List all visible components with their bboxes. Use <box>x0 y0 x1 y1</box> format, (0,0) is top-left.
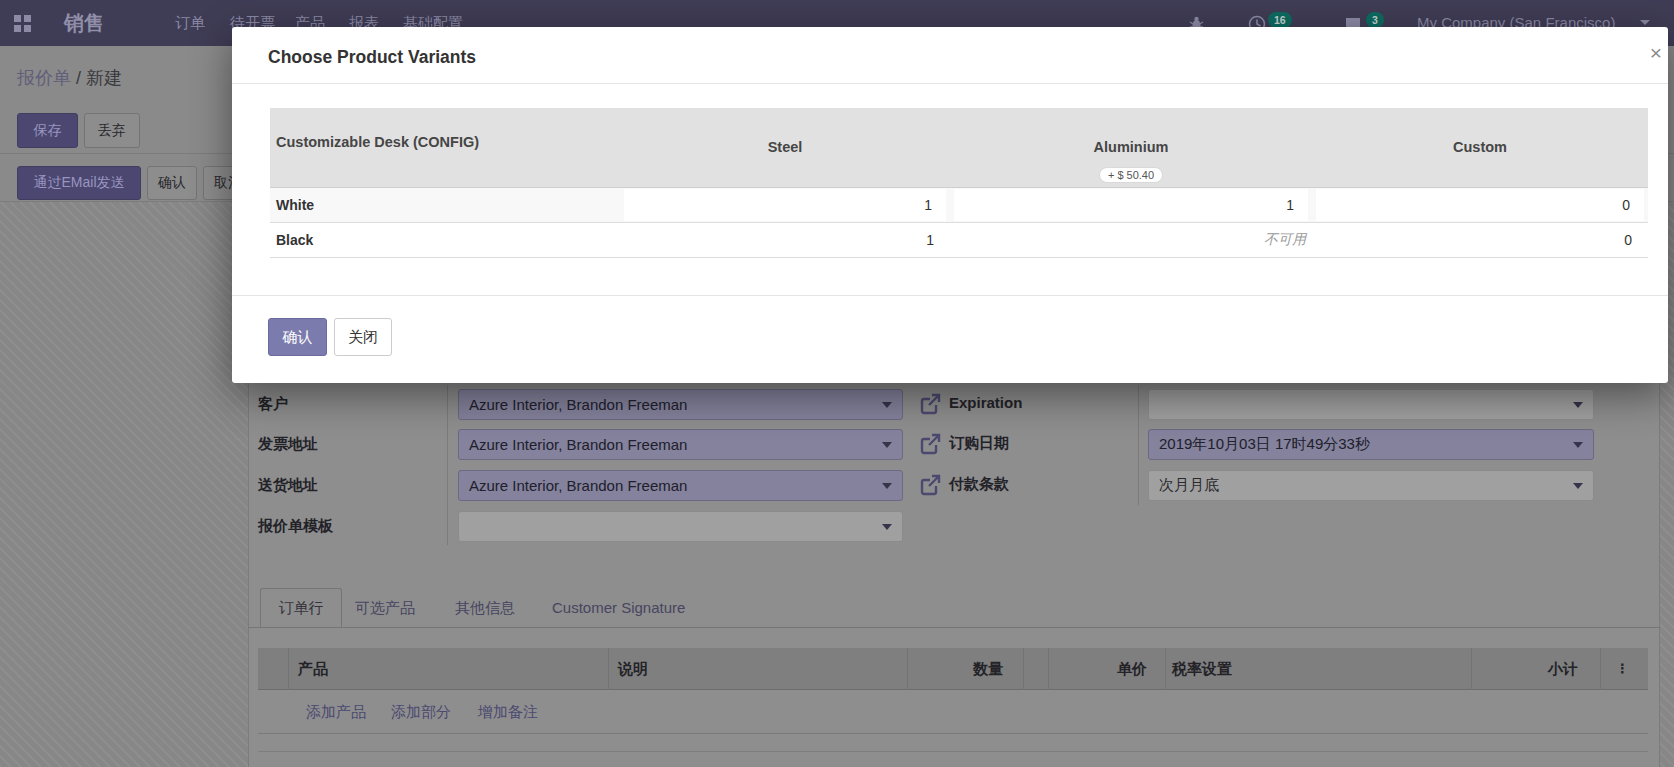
dropdown-caret-icon <box>1573 442 1583 448</box>
order-lines-add-row <box>258 690 1648 734</box>
variant-product-name: Customizable Desk (CONFIG) <box>270 108 620 188</box>
expiration-label: Expiration <box>949 394 1022 411</box>
modal-close-button[interactable]: 关闭 <box>334 318 392 356</box>
tab-optional-products[interactable]: 可选产品 <box>355 588 415 627</box>
external-link-icon[interactable] <box>918 432 942 456</box>
price-extra-badge: + $ 50.40 <box>1099 167 1163 183</box>
qty-input-white-custom[interactable]: 0 <box>1316 189 1644 221</box>
send-email-button[interactable]: 通过EMail发送 <box>17 166 141 200</box>
col-steel: Steel <box>768 139 803 160</box>
variant-table-header: Customizable Desk (CONFIG) Steel Alumini… <box>270 108 1648 188</box>
invoice-address-label: 发票地址 <box>258 435 318 454</box>
quotation-template-label: 报价单模板 <box>258 517 333 536</box>
variant-row-black: Black 1 不可用 0 <box>270 223 1648 258</box>
quotation-template-field[interactable] <box>458 511 903 542</box>
tabs-border <box>248 627 1660 628</box>
col-description[interactable]: 说明 <box>618 648 648 690</box>
delivery-address-field[interactable]: Azure Interior, Brandon Freeman <box>458 470 903 501</box>
activity-count-badge[interactable]: 16 <box>1268 12 1292 28</box>
qty-input-white-steel[interactable]: 1 <box>624 189 946 221</box>
qty-black-steel[interactable]: 1 <box>620 223 950 257</box>
external-link-icon[interactable] <box>918 392 942 416</box>
payment-terms-label: 付款条款 <box>949 475 1009 494</box>
discard-button[interactable]: 丢弃 <box>84 113 140 148</box>
breadcrumb: 报价单 / 新建 <box>17 66 122 90</box>
qty-black-custom[interactable]: 0 <box>1312 223 1648 257</box>
dropdown-caret-icon <box>882 524 892 530</box>
invoice-address-field[interactable]: Azure Interior, Brandon Freeman <box>458 429 903 460</box>
label-column-divider <box>1138 385 1139 505</box>
dropdown-caret-icon <box>1573 402 1583 408</box>
order-date-label: 订购日期 <box>949 434 1009 453</box>
tab-customer-signature[interactable]: Customer Signature <box>552 588 685 627</box>
col-product[interactable]: 产品 <box>298 648 328 690</box>
col-custom: Custom <box>1453 139 1507 160</box>
delivery-address-label: 送货地址 <box>258 476 318 495</box>
modal-confirm-button[interactable]: 确认 <box>268 318 327 356</box>
choose-variants-modal: Choose Product Variants × Customizable D… <box>232 27 1668 383</box>
dropdown-caret-icon <box>882 442 892 448</box>
tab-order-lines[interactable]: 订单行 <box>260 588 342 627</box>
modal-title: Choose Product Variants <box>268 47 476 68</box>
app-brand[interactable]: 销售 <box>64 0 104 46</box>
expiration-field[interactable] <box>1148 389 1594 420</box>
dropdown-caret-icon <box>1573 483 1583 489</box>
tab-other-info[interactable]: 其他信息 <box>455 588 515 627</box>
modal-header-divider <box>232 83 1668 84</box>
totals-divider <box>258 751 1648 752</box>
add-product-link[interactable]: 添加产品 <box>306 690 366 734</box>
col-taxes[interactable]: 税率设置 <box>1172 648 1232 690</box>
add-section-link[interactable]: 添加部分 <box>391 690 451 734</box>
external-link-icon[interactable] <box>918 473 942 497</box>
col-aluminium: Aluminium <box>1094 139 1169 160</box>
company-caret-icon <box>1640 20 1650 25</box>
label-column-divider <box>447 385 448 545</box>
variant-row-white: White 1 1 0 <box>270 188 1648 223</box>
col-unit-price[interactable]: 单价 <box>1087 648 1147 690</box>
save-button[interactable]: 保存 <box>17 113 78 148</box>
order-date-field[interactable]: 2019年10月03日 17时49分33秒 <box>1148 429 1594 460</box>
customer-field[interactable]: Azure Interior, Brandon Freeman <box>458 389 903 420</box>
col-qty[interactable]: 数量 <box>943 648 1003 690</box>
confirm-order-button[interactable]: 确认 <box>147 166 197 200</box>
breadcrumb-new: 新建 <box>86 68 122 88</box>
add-note-link[interactable]: 增加备注 <box>478 690 538 734</box>
dropdown-caret-icon <box>882 483 892 489</box>
app: 销售 订单 待开票 产品 报表 基础配置 16 3 My Company (Sa… <box>0 0 1674 767</box>
col-subtotal[interactable]: 小计 <box>1518 648 1578 690</box>
variant-table: Customizable Desk (CONFIG) Steel Alumini… <box>270 108 1648 258</box>
customer-label: 客户 <box>258 395 288 414</box>
modal-close-icon[interactable]: × <box>1644 41 1668 65</box>
unavailable-text: 不可用 <box>1264 231 1306 249</box>
breadcrumb-quotation[interactable]: 报价单 <box>17 68 71 88</box>
modal-footer-divider <box>232 295 1668 296</box>
apps-grid-icon[interactable] <box>14 15 31 32</box>
menu-orders[interactable]: 订单 <box>175 0 205 46</box>
payment-terms-field[interactable]: 次月月底 <box>1148 470 1594 501</box>
dropdown-caret-icon <box>882 402 892 408</box>
message-count-badge[interactable]: 3 <box>1366 12 1384 28</box>
columns-menu-icon[interactable]: ⋮ <box>1616 648 1629 690</box>
qty-input-white-aluminium[interactable]: 1 <box>954 189 1308 221</box>
